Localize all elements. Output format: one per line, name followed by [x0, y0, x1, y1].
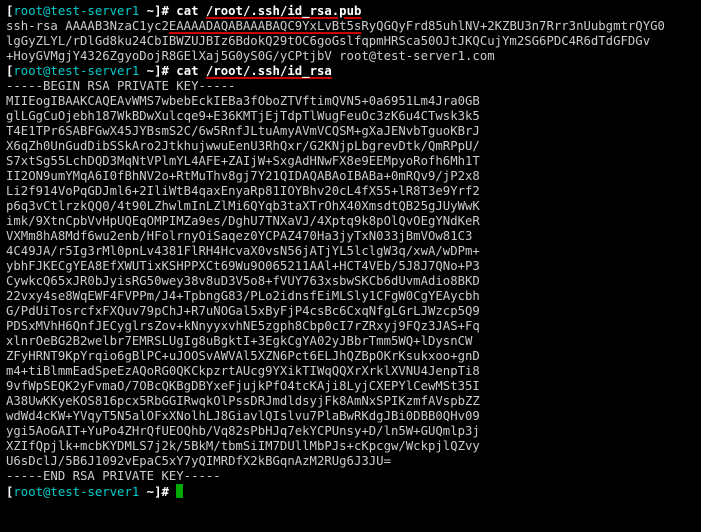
tilde: ~: [139, 64, 154, 78]
privkey-line: ygi5AoGAIT+YuPo4ZHrQfUEOQhb/Vq82sPbHJq7e…: [6, 424, 695, 439]
privkey-end: -----END RSA PRIVATE KEY-----: [6, 469, 695, 484]
privkey-line: p6q3vCtlrzkQQ0/4t90LZhwlmInLZlMi6QYqb3ta…: [6, 199, 695, 214]
user-host: root@test-server1: [13, 485, 139, 499]
privkey-line: ybhFJKECgYEA8EfXWUTixKSHPPXCt69Wu9O06521…: [6, 259, 695, 274]
privkey-line: CywkcQ65xJR0bJyisRG50wey38v8uD3V5o8+fVUY…: [6, 274, 695, 289]
pubkey-line-1: ssh-rsa AAAAB3NzaC1yc2EAAAADAQABAAABAQC9…: [6, 19, 695, 34]
privkey-line: 4C49JA/r5Ig3rMl0pnLv4381FlRH4HcvaX0vsN56…: [6, 244, 695, 259]
bracket-close: ]#: [154, 64, 169, 78]
user-host: root@test-server1: [13, 64, 139, 78]
cmd-cat: cat: [169, 4, 206, 18]
pubkey-line-3: +HoyGVMgjY4326ZgyoDojR8GElXaj5G0yS0G/yCP…: [6, 49, 695, 64]
cmd-cat: cat: [169, 64, 206, 78]
privkey-line: X6qZh0UnGudDibSSkAro2JtkhujwwuEenU3RhQxr…: [6, 139, 695, 154]
privkey-line: VXMm8hA8Mdf6wu2enb/HFolrnyOiSaqez0YCPAZ4…: [6, 229, 695, 244]
privkey-line: 9vfWpSEQK2yFvmaO/7OBcQKBgDBYxeFjujkPfO4t…: [6, 379, 695, 394]
privkey-line: 22vxy4se8WqEWF4FVPPm/J4+TpbngG83/PLo2idn…: [6, 289, 695, 304]
privkey-line: m4+tiBlmmEadSpeEzAQoRG0QKCkpzrtAUcg9YXik…: [6, 364, 695, 379]
privkey-line: glLGgCuOjebh187WkBDwXulcqe9+E36KMTjEjTdp…: [6, 109, 695, 124]
privkey-line: Li2f914VoPqGDJml6+2IliWtB4qaxEnyaRp81IOY…: [6, 184, 695, 199]
privkey-begin: -----BEGIN RSA PRIVATE KEY-----: [6, 79, 695, 94]
privkey-line: ZFyHRNT9KpYrqio6gBlPC+uJOOSvAWVAl5XZN6Pc…: [6, 349, 695, 364]
cmd-empty[interactable]: [169, 485, 176, 499]
cursor: [176, 484, 183, 498]
pubkey-line-2: lgGyZLYL/rDlGd8ku24CbIBWZUJBIz6BdokQ29tO…: [6, 34, 695, 49]
privkey-line: II2ON9umYMqA6I0fBhNV2o+RtMuThv8gj7Y21QID…: [6, 169, 695, 184]
privkey-line: S7xtSg55LchDQD3MqNtVPlmYL4AFE+ZAIjW+SxgA…: [6, 154, 695, 169]
privkey-line: T4E1TPr6SABFGwX45JYBsmS2C/6w5RnfJLtuAmyA…: [6, 124, 695, 139]
bracket-close: ]#: [154, 4, 169, 18]
privkey-line: imk/9XtnCpbVvHpUQEqOMPIMZa9es/DghU7TNXaV…: [6, 214, 695, 229]
cmd-path-privkey: /root/.ssh/id_rsa: [206, 64, 332, 78]
privkey-line: PDSxMVhH6QnfJECyglrsZov+kNnyyxvhNE5zgph8…: [6, 319, 695, 334]
user-host: root@test-server1: [13, 4, 139, 18]
privkey-line: MIIEogIBAAKCAQEAvWMS7wbebEckIEBa3fOboZTV…: [6, 94, 695, 109]
privkey-line: wdWd4cKW+YVqyT5N5alOFxXNolhLJ8GiavlQIslv…: [6, 409, 695, 424]
privkey-body: MIIEogIBAAKCAQEAvWMS7wbebEckIEBa3fOboZTV…: [6, 94, 695, 469]
bracket-close: ]#: [154, 485, 169, 499]
privkey-line: U6sDclJ/5B6J1092vEpaC5xY7yQIMRDfX2kBGqnA…: [6, 454, 695, 469]
prompt-line-1: [root@test-server1 ~]# cat /root/.ssh/id…: [6, 4, 695, 19]
privkey-line: G/PdUiTosrcfxFXQuv79pChJ+R7uNOGal5xByFjP…: [6, 304, 695, 319]
privkey-line: A38UwKKyeKOS816pcx5RbGGIRwqkOlPssDRJmdld…: [6, 394, 695, 409]
prompt-line-2: [root@test-server1 ~]# cat /root/.ssh/id…: [6, 64, 695, 79]
privkey-line: XZIfQpjlk+mcbKYDMLS7j2k/5BkM/tbmSiIM7DUl…: [6, 439, 695, 454]
tilde: ~: [139, 485, 154, 499]
cmd-path-pubkey: /root/.ssh/id_rsa.pub: [206, 4, 361, 18]
privkey-line: xlnrOeBG2B2welbr7EMRSLUgIg8uBgktI+3EgkCg…: [6, 334, 695, 349]
prompt-line-3[interactable]: [root@test-server1 ~]#: [6, 484, 695, 500]
tilde: ~: [139, 4, 154, 18]
